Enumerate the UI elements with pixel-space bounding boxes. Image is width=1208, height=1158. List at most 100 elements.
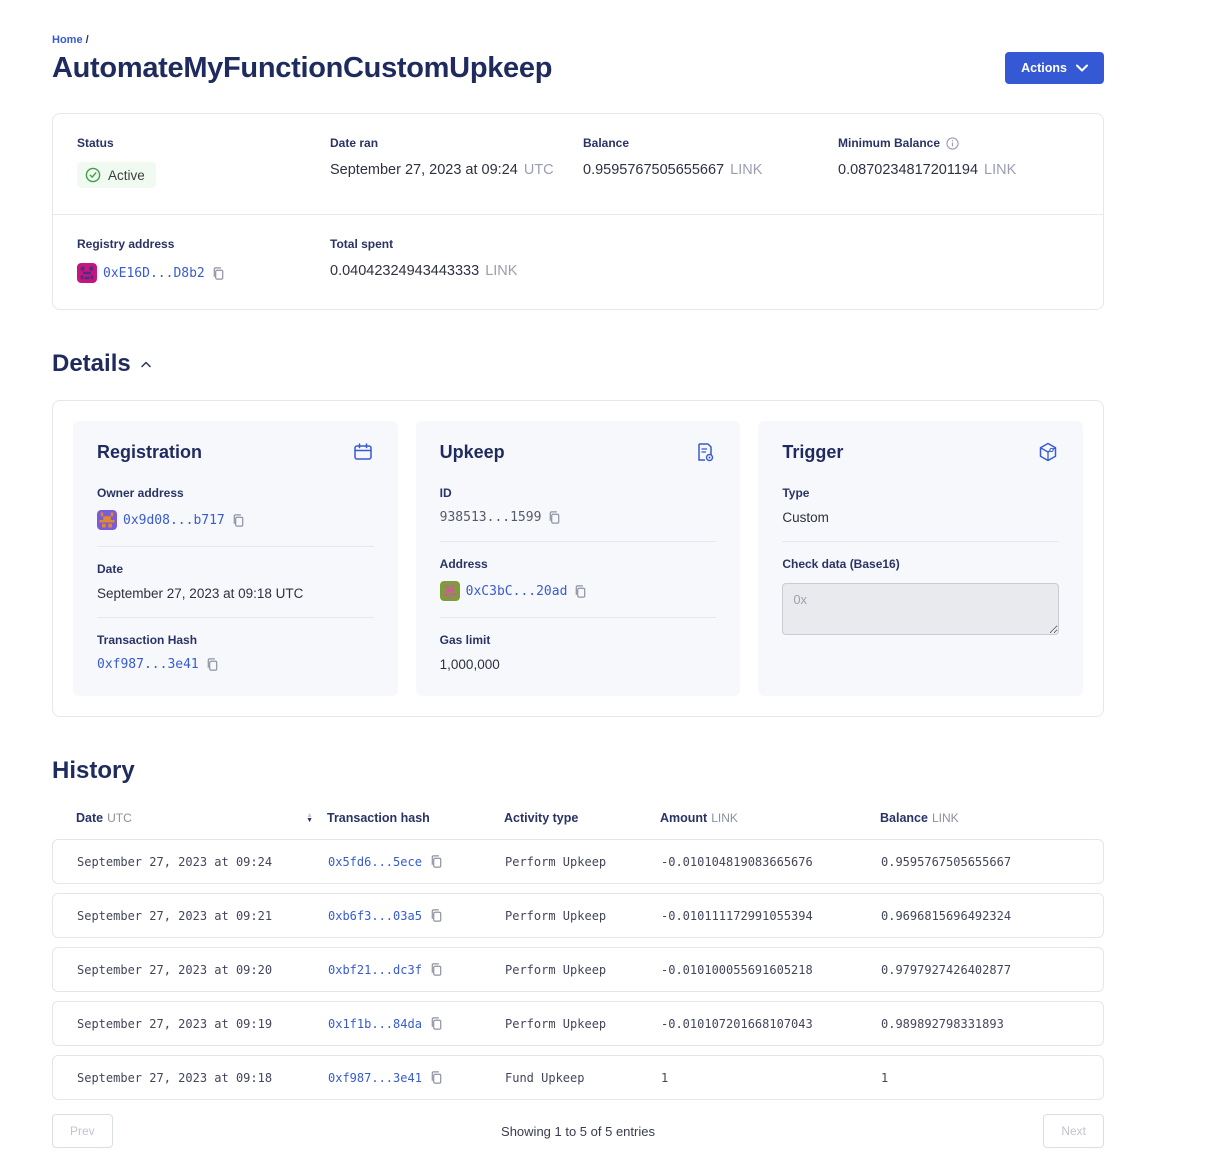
row-date: September 27, 2023 at 09:20 <box>53 963 328 977</box>
upkeep-address-link[interactable]: 0xC3bC...20ad <box>466 584 568 599</box>
min-balance-value: 0.0870234817201194 <box>838 162 978 178</box>
column-header-balance: BalanceLINK <box>880 811 1104 825</box>
check-data-textarea[interactable] <box>782 583 1059 635</box>
row-amount: 1 <box>661 1071 881 1085</box>
sort-icon[interactable]: ▲ ▼ <box>306 813 313 823</box>
details-panel: Registration Owner address 0x9d08...b717 <box>52 400 1104 717</box>
row-transaction-hash-link[interactable]: 0xbf21...dc3f <box>328 963 422 977</box>
pagination: Prev Showing 1 to 5 of 5 entries Next <box>52 1114 1104 1148</box>
column-header-activity-type: Activity type <box>504 811 660 825</box>
copy-icon[interactable] <box>231 513 246 528</box>
min-balance-field: Minimum Balance 0.0870234817201194 LINK <box>838 136 1079 188</box>
total-spent-value: 0.04042324943443333 <box>330 263 479 279</box>
row-transaction-hash-link[interactable]: 0xb6f3...03a5 <box>328 909 422 923</box>
copy-icon[interactable] <box>429 962 444 977</box>
history-heading: History <box>52 757 135 785</box>
registry-address-link[interactable]: 0xE16D...D8b2 <box>103 266 205 281</box>
registration-card: Registration Owner address 0x9d08...b717 <box>73 421 398 696</box>
trigger-card: Trigger Type Custom Check data (Base16) <box>758 421 1083 696</box>
history-table-header: Date UTC ▲ ▼ Transaction hash Activity ty… <box>52 811 1104 839</box>
owner-address-link[interactable]: 0x9d08...b717 <box>123 513 225 528</box>
trigger-title: Trigger <box>782 442 843 463</box>
copy-icon[interactable] <box>429 908 444 923</box>
next-button[interactable]: Next <box>1043 1114 1104 1148</box>
row-amount: -0.010100055691605218 <box>661 963 881 977</box>
date-column-unit: UTC <box>107 811 132 825</box>
total-spent-unit: LINK <box>485 263 517 279</box>
min-balance-unit: LINK <box>984 162 1016 178</box>
upkeep-card: Upkeep ID 938513...1599 Address <box>416 421 741 696</box>
upkeep-id-value: 938513...1599 <box>440 510 542 525</box>
balance-label: Balance <box>583 136 838 150</box>
breadcrumb-home-link[interactable]: Home <box>52 34 83 46</box>
balance-column-unit: LINK <box>932 811 959 825</box>
row-transaction-hash-link[interactable]: 0xf987...3e41 <box>328 1071 422 1085</box>
copy-icon[interactable] <box>547 510 562 525</box>
date-ran-value: September 27, 2023 at 09:24 <box>330 162 518 178</box>
trigger-type-value: Custom <box>782 510 1059 525</box>
row-date: September 27, 2023 at 09:18 <box>53 1071 328 1085</box>
owner-identicon <box>97 510 117 530</box>
copy-icon[interactable] <box>205 657 220 672</box>
column-header-transaction-hash: Transaction hash <box>327 811 504 825</box>
copy-icon[interactable] <box>429 854 444 869</box>
date-column-label: Date <box>76 811 103 825</box>
date-ran-field: Date ran September 27, 2023 at 09:24 UTC <box>330 136 583 188</box>
page-container: Home / AutomateMyFunctionCustomUpkeep Ac… <box>52 0 1104 1158</box>
prev-button[interactable]: Prev <box>52 1114 113 1148</box>
upkeep-address-identicon <box>440 581 460 601</box>
row-activity-type: Perform Upkeep <box>505 963 661 977</box>
row-date: September 27, 2023 at 09:21 <box>53 909 328 923</box>
status-label: Status <box>77 136 330 150</box>
table-row: September 27, 2023 at 09:21 0xb6f3...03a… <box>52 893 1104 938</box>
summary-card: Status Active Date ran September 27, 202… <box>52 113 1104 310</box>
upkeep-address-label: Address <box>440 557 717 571</box>
table-row: September 27, 2023 at 09:18 0xf987...3e4… <box>52 1055 1104 1100</box>
status-badge-text: Active <box>108 168 145 183</box>
row-activity-type: Perform Upkeep <box>505 855 661 869</box>
row-balance: 0.9797927426402877 <box>881 963 1103 977</box>
row-activity-type: Perform Upkeep <box>505 1017 661 1031</box>
column-header-amount: AmountLINK <box>660 811 880 825</box>
details-heading: Details <box>52 350 131 378</box>
transaction-hash-link[interactable]: 0xf987...3e41 <box>97 657 199 672</box>
copy-icon[interactable] <box>429 1016 444 1031</box>
row-date: September 27, 2023 at 09:24 <box>53 855 328 869</box>
row-balance: 1 <box>881 1071 1103 1085</box>
registration-date-field: Date September 27, 2023 at 09:18 UTC <box>97 547 374 618</box>
registration-date-value: September 27, 2023 at 09:18 UTC <box>97 586 374 601</box>
info-icon[interactable] <box>946 137 959 150</box>
date-ran-label: Date ran <box>330 136 583 150</box>
row-transaction-hash-link[interactable]: 0x5fd6...5ece <box>328 855 422 869</box>
transaction-hash-field: Transaction Hash 0xf987...3e41 <box>97 618 374 672</box>
table-row: September 27, 2023 at 09:19 0x1f1b...84d… <box>52 1001 1104 1046</box>
copy-icon[interactable] <box>573 584 588 599</box>
actions-button[interactable]: Actions <box>1005 52 1104 84</box>
collapse-chevron-up-icon[interactable] <box>141 361 151 368</box>
registry-address-label: Registry address <box>77 237 330 251</box>
row-transaction-hash-link[interactable]: 0x1f1b...84da <box>328 1017 422 1031</box>
row-amount: -0.010111172991055394 <box>661 909 881 923</box>
column-header-date[interactable]: Date UTC ▲ ▼ <box>52 811 327 825</box>
breadcrumb: Home / <box>52 34 1104 46</box>
owner-address-label: Owner address <box>97 486 374 500</box>
copy-icon[interactable] <box>429 1070 444 1085</box>
row-amount: -0.010104819083665676 <box>661 855 881 869</box>
owner-address-field: Owner address 0x9d08...b717 <box>97 471 374 547</box>
check-circle-icon <box>85 167 101 183</box>
calendar-icon <box>352 441 374 463</box>
balance-field: Balance 0.9595767505655667 LINK <box>583 136 838 188</box>
upkeep-title: Upkeep <box>440 442 505 463</box>
status-field: Status Active <box>77 136 330 188</box>
cube-icon <box>1037 441 1059 463</box>
gas-limit-field: Gas limit 1,000,000 <box>440 618 717 672</box>
copy-icon[interactable] <box>211 266 226 281</box>
registration-title: Registration <box>97 442 202 463</box>
row-activity-type: Fund Upkeep <box>505 1071 661 1085</box>
table-row: September 27, 2023 at 09:20 0xbf21...dc3… <box>52 947 1104 992</box>
row-balance: 0.989892798331893 <box>881 1017 1103 1031</box>
actions-button-label: Actions <box>1021 61 1067 75</box>
pagination-summary: Showing 1 to 5 of 5 entries <box>501 1124 655 1139</box>
row-amount: -0.010107201668107043 <box>661 1017 881 1031</box>
row-balance: 0.9595767505655667 <box>881 855 1103 869</box>
